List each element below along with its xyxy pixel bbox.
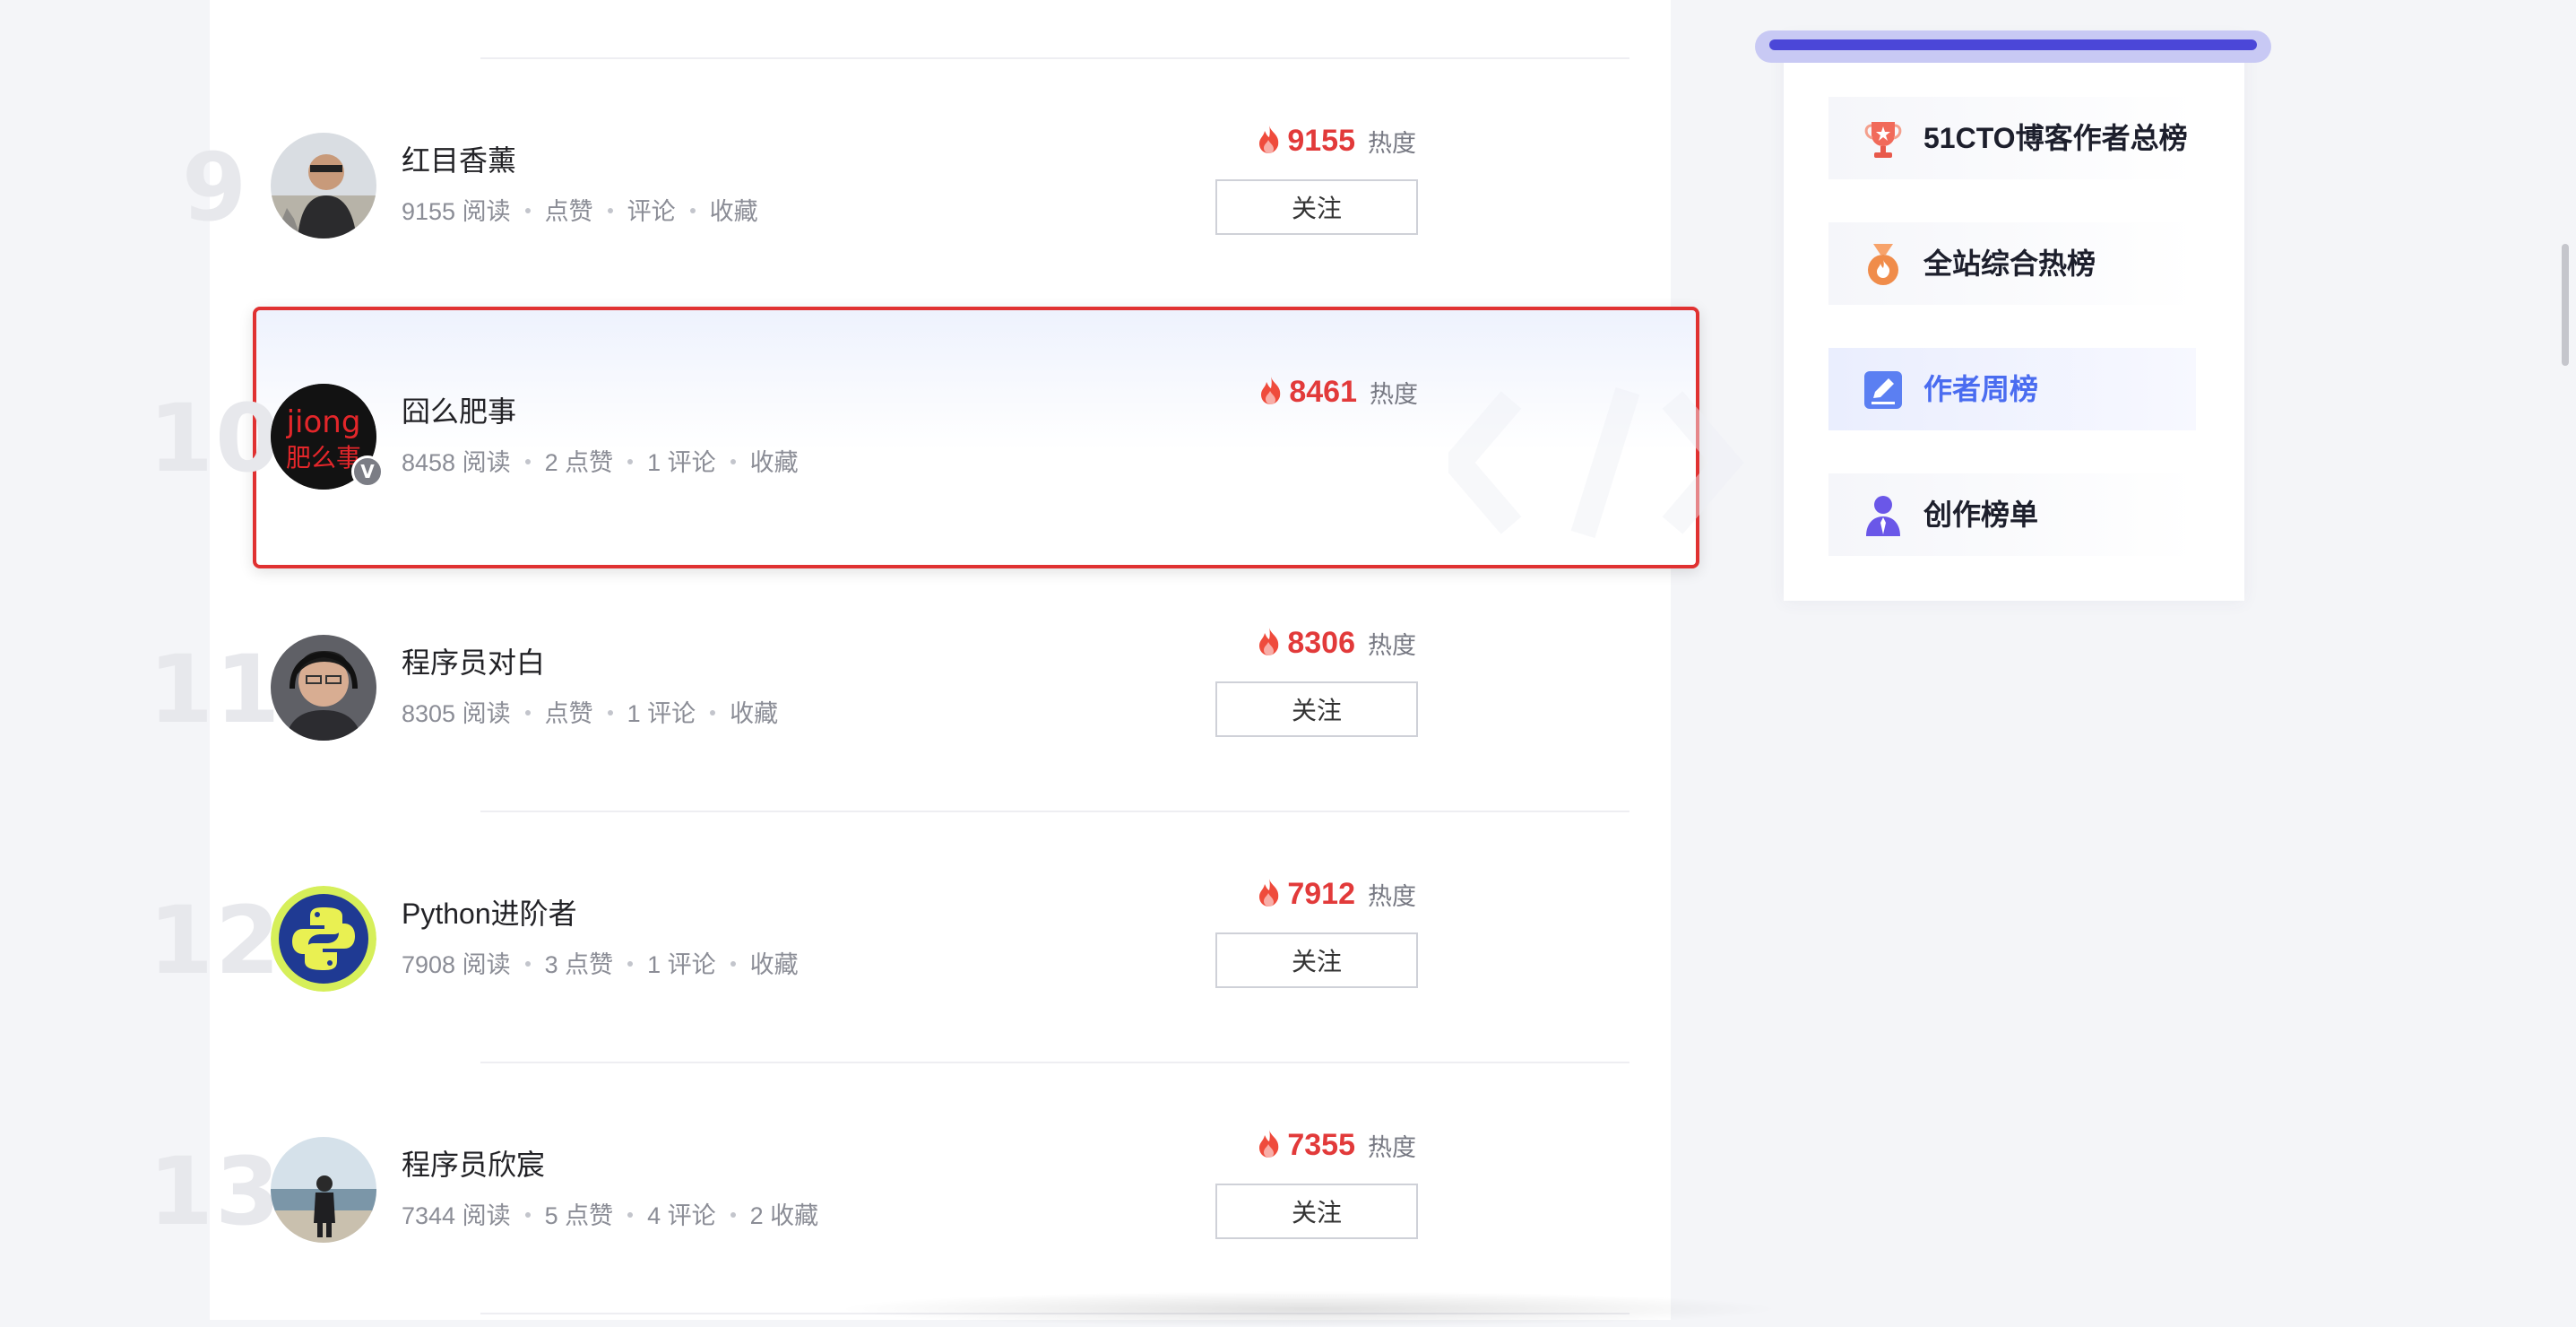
row-divider [480, 57, 1629, 59]
like-count: 点赞 [544, 700, 593, 727]
avatar-text-bottom: 肥么事 [286, 443, 361, 473]
like-count: 5 点赞 [544, 1202, 614, 1229]
like-count: 点赞 [544, 198, 593, 225]
verified-badge-icon: V [351, 455, 384, 488]
author-name[interactable]: 程序员欣宸 [402, 1142, 545, 1184]
favorite-count: 收藏 [749, 449, 799, 476]
like-count: 3 点赞 [544, 951, 614, 978]
heat-score: 8306 热度 [1058, 626, 1416, 661]
read-count: 8305 阅读 [402, 700, 511, 727]
heat-label: 热度 [1368, 883, 1416, 910]
author-stats: 7908 阅读 3 点赞 1 评论 收藏 [402, 945, 799, 980]
author-stats: 8305 阅读 点赞 1 评论 收藏 [402, 694, 778, 729]
author-name[interactable]: Python进阶者 [402, 891, 577, 932]
comment-count: 1 评论 [647, 951, 716, 978]
flame-icon [1257, 1128, 1282, 1163]
nav-item-label: 作者周榜 [1923, 373, 2039, 405]
nav-item-label: 全站综合热榜 [1923, 247, 2096, 280]
heat-label: 热度 [1368, 632, 1416, 659]
comment-count: 1 评论 [647, 449, 716, 476]
comment-count: 4 评论 [647, 1202, 716, 1229]
read-count: 9155 阅读 [402, 198, 511, 225]
nav-item-site-hot[interactable]: 全站综合热榜 [1828, 222, 2196, 305]
nav-card-top-bar-accent [1769, 39, 2257, 50]
scrollbar-thumb[interactable] [2562, 244, 2569, 366]
row-divider [480, 811, 1629, 812]
favorite-count: 收藏 [709, 198, 758, 225]
nav-item-label: 创作榜单 [1923, 499, 2039, 531]
nav-item-author-weekly[interactable]: 作者周榜 [1828, 348, 2196, 430]
avatar[interactable] [271, 635, 376, 741]
ranking-row[interactable]: 11 程序员对白 8305 阅读 点赞 1 评论 收藏 8306 热度 关注 [0, 601, 1461, 780]
favorite-count: 收藏 [730, 700, 779, 727]
heat-value: 7912 [1287, 877, 1355, 911]
read-count: 7908 阅读 [402, 951, 511, 978]
nav-item-total-ranking[interactable]: 51CTO博客作者总榜 [1828, 97, 2196, 179]
heat-score: 7355 热度 [1058, 1128, 1416, 1163]
heat-score: 9155 热度 [1058, 124, 1416, 159]
heat-value: 9155 [1287, 124, 1355, 158]
flame-icon [1258, 375, 1284, 410]
follow-button[interactable]: 关注 [1215, 1184, 1418, 1239]
comment-count: 评论 [627, 198, 676, 225]
heat-value: 8306 [1287, 626, 1355, 660]
author-name[interactable]: 红目香薰 [402, 138, 516, 179]
heat-score: 7912 热度 [1058, 877, 1416, 912]
author-stats: 9155 阅读 点赞 评论 收藏 [402, 192, 758, 227]
heat-value: 7355 [1287, 1128, 1355, 1162]
nav-item-creation-ranking[interactable]: 创作榜单 [1828, 473, 2196, 556]
edit-icon [1861, 368, 1906, 412]
follow-button[interactable]: 关注 [1215, 179, 1418, 235]
favorite-count: 2 收藏 [749, 1202, 819, 1229]
ranking-row[interactable]: 13 程序员欣宸 7344 阅读 5 点赞 4 评论 2 收藏 7355 热度 关注 [0, 1103, 1461, 1282]
row-divider [480, 1062, 1629, 1063]
author-stats: 7344 阅读 5 点赞 4 评论 2 收藏 [402, 1196, 818, 1231]
ranking-row[interactable]: 9 红目香薰 9155 阅读 点赞 评论 收藏 9155 热度 关注 [0, 99, 1461, 278]
like-count: 2 点赞 [544, 449, 614, 476]
avatar-text-top: jiong [286, 404, 361, 440]
heat-label: 热度 [1368, 130, 1416, 157]
heat-score: 8461 热度 [1059, 375, 1418, 410]
comment-count: 1 评论 [627, 700, 696, 727]
read-count: 8458 阅读 [402, 449, 511, 476]
trophy-icon [1861, 117, 1906, 161]
medal-icon [1861, 242, 1906, 287]
bottom-shadow [834, 1291, 1784, 1327]
author-name[interactable]: 囧么肥事 [402, 389, 516, 430]
heat-value: 8461 [1289, 375, 1357, 409]
flame-icon [1257, 124, 1282, 159]
flame-icon [1257, 877, 1282, 912]
ranking-row-highlighted[interactable]: 10 jiong 肥么事 V 囧么肥事 8458 阅读 2 点赞 1 评论 收藏 84… [0, 350, 1461, 529]
nav-item-label: 51CTO博客作者总榜 [1923, 122, 2188, 154]
read-count: 7344 阅读 [402, 1202, 511, 1229]
avatar[interactable] [271, 886, 376, 992]
author-name[interactable]: 程序员对白 [402, 640, 545, 681]
follow-button[interactable]: 关注 [1215, 932, 1418, 988]
author-stats: 8458 阅读 2 点赞 1 评论 收藏 [402, 443, 799, 478]
avatar[interactable] [271, 133, 376, 239]
avatar[interactable] [271, 1137, 376, 1243]
flame-icon [1257, 626, 1282, 661]
favorite-count: 收藏 [749, 951, 799, 978]
follow-button[interactable]: 关注 [1215, 681, 1418, 737]
heat-label: 热度 [1370, 381, 1418, 408]
person-icon [1861, 493, 1906, 538]
heat-label: 热度 [1368, 1134, 1416, 1161]
ranking-row[interactable]: 12 Python进阶者 7908 阅读 3 点赞 1 评论 收藏 7912 热度 关注 [0, 852, 1461, 1031]
